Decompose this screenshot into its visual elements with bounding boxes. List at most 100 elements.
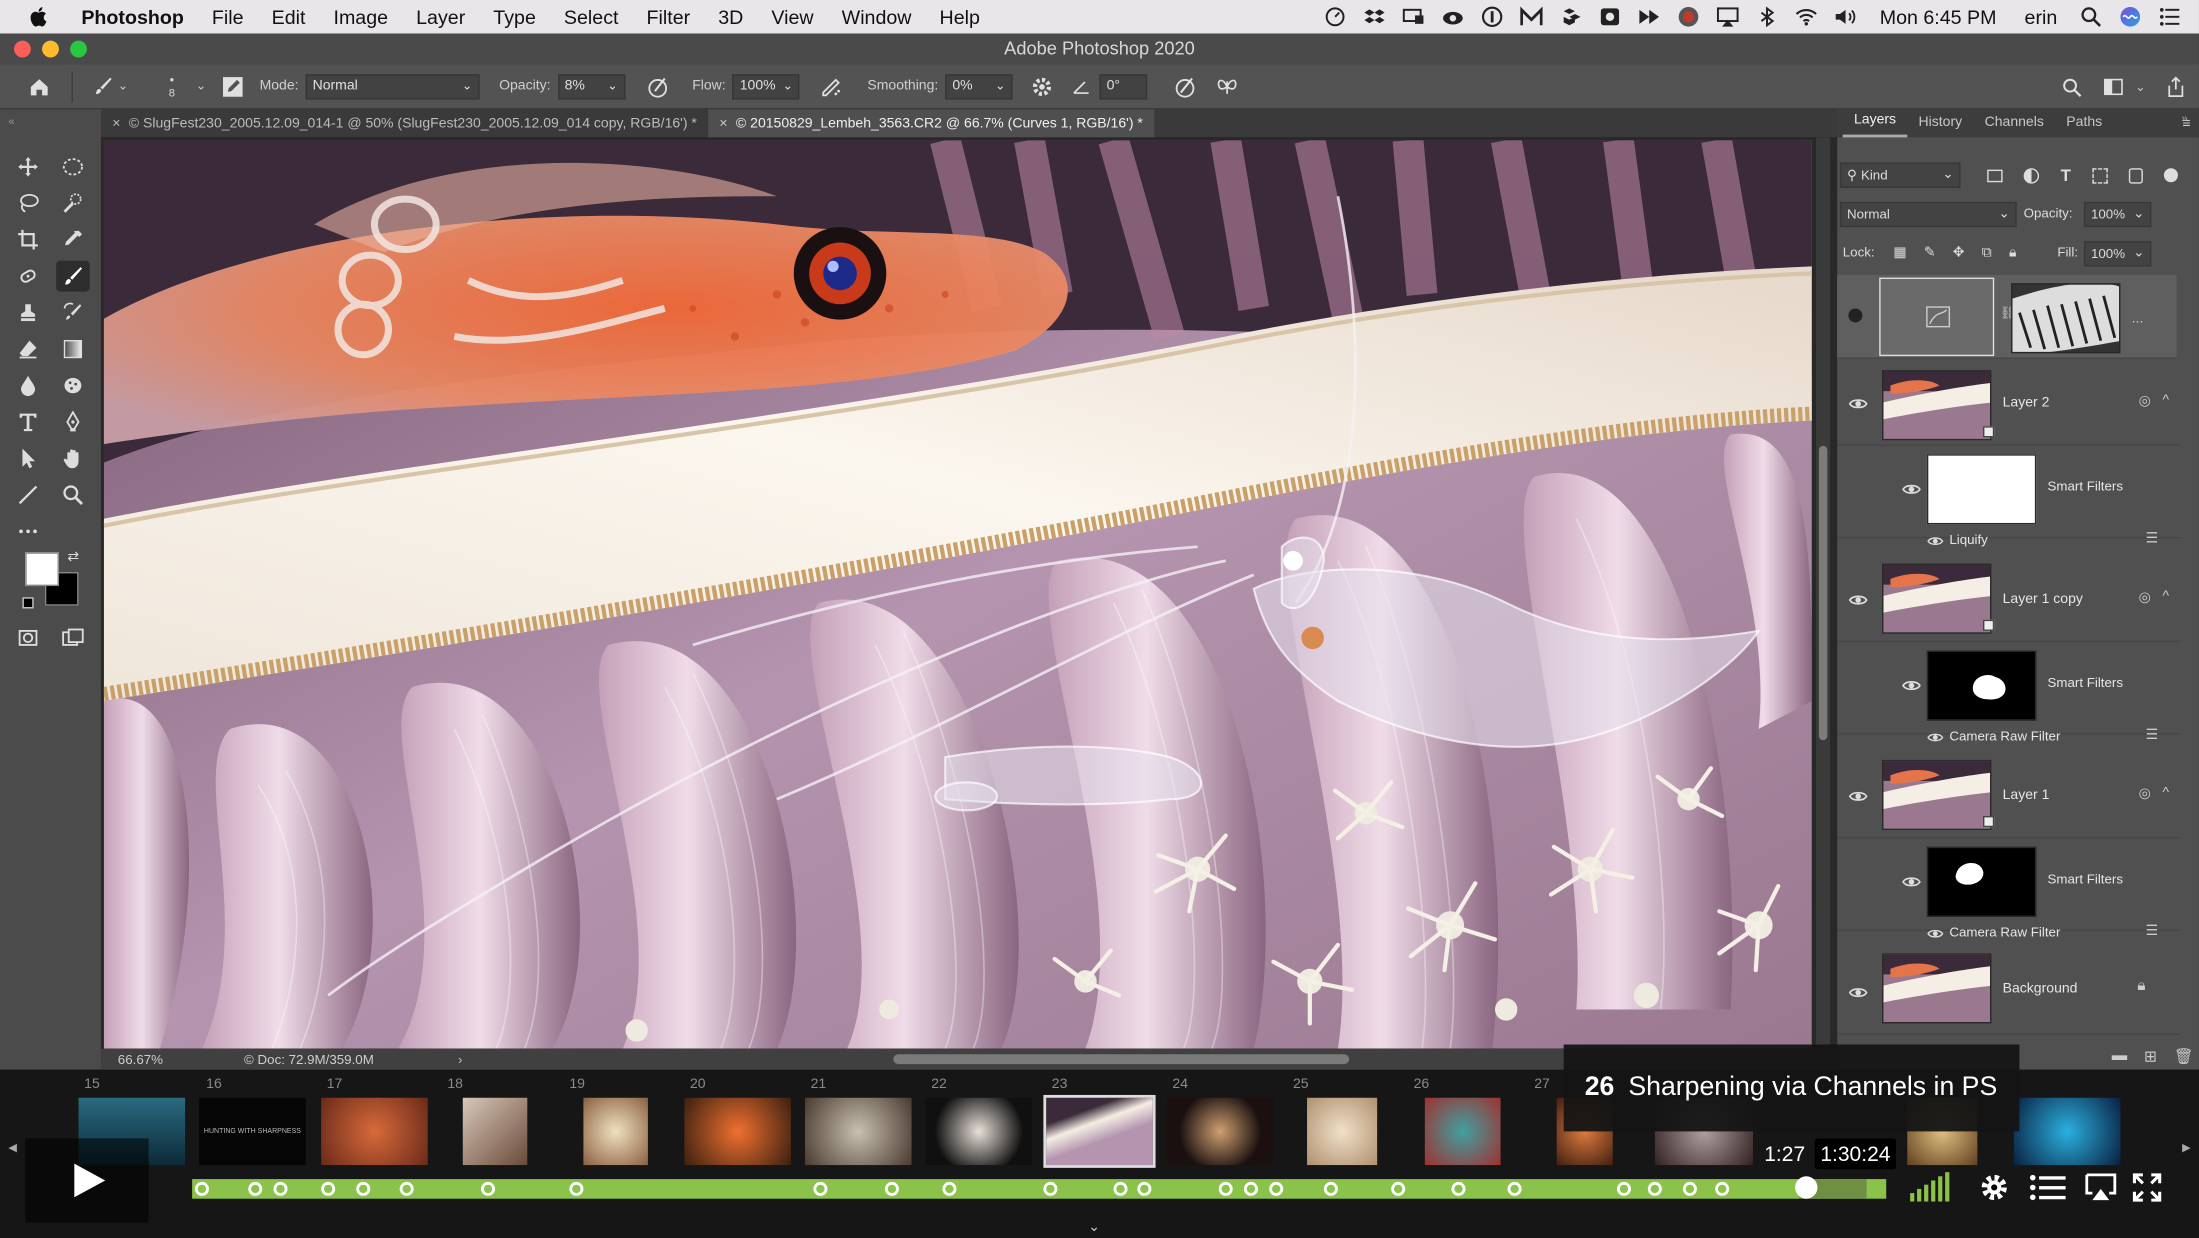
layer-row-layer-1[interactable]: Layer 1 ◎ ^: [1837, 754, 2181, 839]
chapter-thumbnail-26[interactable]: [1424, 1097, 1501, 1166]
airplay-cast-icon[interactable]: [2081, 1169, 2120, 1205]
visibility-eye-icon[interactable]: [1848, 397, 1868, 411]
m-app-icon[interactable]: [1519, 6, 1544, 28]
close-window-button[interactable]: [14, 40, 31, 58]
hand-tool-icon[interactable]: [56, 443, 90, 474]
lock-artboard-icon[interactable]: ⧉: [1982, 245, 1992, 260]
menu-file[interactable]: File: [212, 6, 244, 28]
curves-adjustment-thumbnail[interactable]: [1879, 277, 1995, 357]
curves-mask-thumbnail[interactable]: [2011, 283, 2121, 354]
creative-cloud-icon[interactable]: [1441, 6, 1466, 28]
chapter-marker-dot[interactable]: [194, 1181, 209, 1196]
lock-all-icon[interactable]: 🔒︎: [2009, 245, 2016, 260]
notification-center-icon[interactable]: [2157, 6, 2182, 28]
collapse-panels-icon[interactable]: »: [2181, 112, 2187, 125]
smart-filter-mask-thumbnail[interactable]: [1926, 650, 2037, 721]
edit-toolbar-more-icon[interactable]: [11, 516, 45, 547]
marquee-tool-icon[interactable]: [56, 151, 90, 182]
visibility-toggle-icon[interactable]: [1848, 308, 1863, 323]
chapter-marker-dot[interactable]: [1507, 1181, 1522, 1196]
foreground-color-swatch-top[interactable]: [25, 552, 59, 587]
close-tab-icon[interactable]: ×: [719, 116, 727, 131]
close-tab-icon[interactable]: ×: [112, 116, 120, 131]
apple-icon[interactable]: [28, 6, 50, 28]
symmetry-butterfly-icon[interactable]: [1212, 71, 1243, 102]
filter-name-liquify[interactable]: Liquify: [1949, 533, 1988, 548]
volume-bars-icon[interactable]: [1910, 1169, 1958, 1205]
smart-filters-visibility-icon[interactable]: [1902, 875, 1922, 889]
chapter-marker-dot[interactable]: [1269, 1181, 1284, 1196]
smart-filter-mask-thumbnail[interactable]: [1926, 454, 2037, 525]
chapter-marker-dot[interactable]: [813, 1181, 828, 1196]
settings-gear-icon[interactable]: [1977, 1169, 2011, 1205]
record-icon[interactable]: [1676, 6, 1701, 28]
box-icon[interactable]: [1559, 6, 1584, 28]
brush-size-picker[interactable]: • 8: [156, 71, 187, 102]
smart-filters-visibility-icon[interactable]: [1902, 679, 1922, 693]
camera-icon[interactable]: [1598, 6, 1623, 28]
filter-name-camera-raw[interactable]: Camera Raw Filter: [1949, 729, 2060, 744]
chapter-marker-dot[interactable]: [273, 1181, 288, 1196]
chapter-thumbnail-20[interactable]: [684, 1097, 791, 1166]
filmstrip-prev-icon[interactable]: ◂: [8, 1137, 16, 1157]
onepassword-icon[interactable]: [1480, 6, 1505, 28]
video-progress-track[interactable]: [192, 1179, 1887, 1199]
healing-brush-tool-icon[interactable]: [11, 261, 45, 292]
zoom-tool-icon[interactable]: [56, 479, 90, 510]
chapter-title-overlay[interactable]: 26 Sharpening via Channels in PS: [1563, 1044, 2020, 1132]
gauge-icon[interactable]: [1323, 6, 1348, 28]
filter-type-layer-icon[interactable]: T: [2061, 165, 2071, 185]
menu-app-photoshop[interactable]: Photoshop: [81, 6, 184, 28]
chapter-marker-dot[interactable]: [1113, 1181, 1128, 1196]
layer-name[interactable]: Layer 1 copy: [2003, 592, 2083, 607]
visibility-eye-icon[interactable]: [1848, 789, 1868, 803]
crop-tool-icon[interactable]: [11, 224, 45, 255]
spotlight-search-icon[interactable]: [2078, 6, 2103, 28]
chapter-marker-dot[interactable]: [1647, 1181, 1662, 1196]
layer-1-copy-thumbnail[interactable]: [1882, 563, 1992, 634]
collapse-filters-icon[interactable]: ^: [2163, 589, 2170, 604]
collapse-toolbar-icon[interactable]: «: [8, 115, 14, 128]
chapter-marker-dot[interactable]: [1715, 1181, 1730, 1196]
filter-smart-object-icon[interactable]: [2128, 167, 2143, 183]
menu-view[interactable]: View: [771, 6, 813, 28]
smart-filter-indicator-icon[interactable]: ◎: [2139, 394, 2151, 409]
document-tab-active[interactable]: × © 20150829_Lembeh_3563.CR2 @ 66.7% (Cu…: [708, 109, 1155, 138]
brush-angle-field[interactable]: 0°: [1099, 73, 1148, 99]
play-button[interactable]: [25, 1138, 149, 1223]
quick-mask-icon[interactable]: [11, 622, 45, 653]
path-selection-tool-icon[interactable]: [11, 443, 45, 474]
chapter-thumbnail-24[interactable]: [1166, 1097, 1274, 1166]
document-image[interactable]: [103, 140, 1812, 1049]
search-icon[interactable]: [2057, 72, 2088, 103]
chapter-marker-dot[interactable]: [1682, 1181, 1697, 1196]
chapter-marker-dot[interactable]: [321, 1181, 336, 1196]
line-tool-icon[interactable]: [11, 479, 45, 510]
layer-row-layer-1-copy[interactable]: Layer 1 copy ◎ ^: [1837, 558, 2181, 643]
canvas-vertical-scrollbar[interactable]: [1816, 137, 1831, 1049]
filter-blending-options-icon[interactable]: ☰: [2146, 924, 2159, 939]
menu-help[interactable]: Help: [940, 6, 980, 28]
status-menu-arrow-icon[interactable]: ›: [458, 1052, 462, 1067]
chapter-marker-dot[interactable]: [1391, 1181, 1406, 1196]
flow-field[interactable]: 100% ⌄: [732, 73, 801, 99]
collapse-filters-icon[interactable]: ^: [2163, 393, 2170, 408]
chapters-list-icon[interactable]: [2028, 1169, 2067, 1205]
chapter-marker-dot[interactable]: [1323, 1181, 1338, 1196]
delete-layer-trash-icon[interactable]: 🗑︎: [2174, 1047, 2194, 1066]
background-thumbnail[interactable]: [1882, 953, 1992, 1024]
filter-toggle-icon[interactable]: [2163, 168, 2178, 183]
chapter-marker-dot[interactable]: [399, 1181, 414, 1196]
layer-name[interactable]: Background: [2003, 981, 2078, 996]
chapter-marker-dot[interactable]: [1043, 1181, 1058, 1196]
filter-visibility-icon[interactable]: [1927, 927, 1944, 941]
pressure-opacity-icon[interactable]: [642, 71, 673, 102]
brush-settings-panel-icon[interactable]: [220, 71, 245, 102]
smoothing-options-gear-icon[interactable]: [1027, 71, 1058, 102]
filter-pixel-layer-icon[interactable]: [1987, 168, 2004, 182]
smart-filters-row-camera-raw-1[interactable]: Smart Filters Camera Raw Filter ☰: [1837, 645, 2181, 744]
filter-shape-layer-icon[interactable]: [2091, 167, 2108, 183]
sponge-tool-icon[interactable]: [56, 370, 90, 401]
collapse-filmstrip-chevron-icon[interactable]: ⌄: [1088, 1220, 1100, 1235]
layer-lock-icon[interactable]: 🔒︎: [2137, 977, 2145, 995]
